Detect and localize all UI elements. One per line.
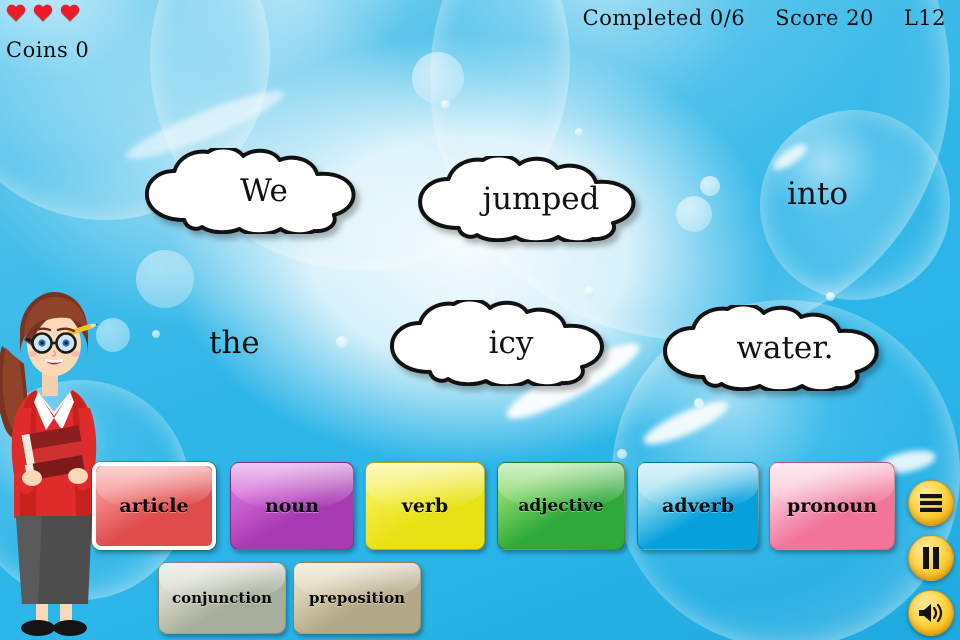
- status-bar: Completed 0/6 Score 20 L12: [583, 6, 946, 30]
- teacher-character: [0, 292, 98, 636]
- answer-button-label: preposition: [308, 589, 406, 607]
- answer-button-preposition[interactable]: preposition: [293, 562, 421, 634]
- cloud-shape: [144, 148, 356, 234]
- cloud-shape: [663, 305, 879, 391]
- answer-button-label: noun: [264, 495, 320, 517]
- answer-button-label: verb: [401, 495, 449, 517]
- answer-button-article[interactable]: article: [92, 462, 216, 550]
- answer-button-conjunction[interactable]: conjunction: [158, 562, 286, 634]
- score-counter: Score 20: [775, 6, 874, 30]
- pause-button[interactable]: [908, 535, 954, 581]
- answer-button-label: article: [119, 495, 189, 517]
- answer-button-label: adverb: [661, 495, 735, 517]
- sentence-word[interactable]: the: [209, 325, 260, 361]
- sentence-word-cloud[interactable]: We: [141, 148, 387, 234]
- completed-counter: Completed 0/6: [582, 6, 746, 30]
- coins-counter: Coins 0: [6, 38, 90, 62]
- answer-button-adverb[interactable]: adverb: [637, 462, 759, 550]
- sentence-word[interactable]: into: [787, 176, 848, 212]
- cloud-shape: [390, 300, 604, 386]
- pause-icon: [923, 547, 939, 569]
- game-stage: Coins 0 Completed 0/6 Score 20 L12 We jum…: [0, 0, 960, 640]
- sentence-word-cloud[interactable]: icy: [386, 300, 636, 386]
- hamburger-icon: [920, 494, 942, 512]
- answer-button-noun[interactable]: noun: [230, 462, 354, 550]
- speaker-icon: [919, 603, 943, 623]
- heart-icon: [33, 4, 53, 24]
- answer-button-label: conjunction: [172, 589, 272, 607]
- cloud-shape: [418, 156, 636, 242]
- answer-button-label: adjective: [518, 496, 604, 516]
- answer-button-adjective[interactable]: adjective: [497, 462, 625, 550]
- sentence-word-cloud[interactable]: water.: [659, 305, 911, 391]
- sound-button[interactable]: [908, 590, 954, 636]
- level-indicator: L12: [903, 6, 946, 30]
- heart-icon: [60, 4, 80, 24]
- menu-button[interactable]: [908, 480, 954, 526]
- answer-button-verb[interactable]: verb: [365, 462, 485, 550]
- heart-icon: [6, 4, 26, 24]
- answer-button-label: pronoun: [786, 495, 878, 517]
- lives-indicator: [6, 4, 80, 24]
- answer-button-pronoun[interactable]: pronoun: [769, 462, 895, 550]
- sentence-word-cloud[interactable]: jumped: [414, 156, 668, 242]
